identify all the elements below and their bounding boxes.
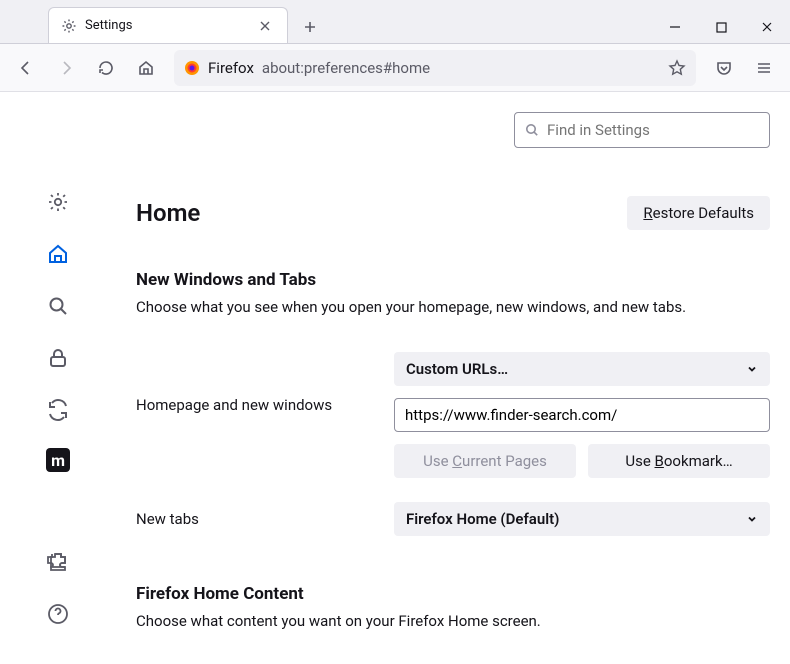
home-button[interactable] <box>128 50 164 86</box>
firefox-icon <box>184 60 200 76</box>
gear-icon <box>61 18 77 34</box>
sidebar-more-mozilla-icon[interactable]: m <box>46 448 70 472</box>
url-bar[interactable]: Firefox about:preferences#home <box>174 50 696 86</box>
search-icon <box>525 123 539 137</box>
sidebar-extensions-icon[interactable] <box>44 548 72 576</box>
use-bookmark-button[interactable]: Use Bookmark… <box>588 444 770 478</box>
back-button[interactable] <box>8 50 44 86</box>
url-prefix: Firefox <box>208 59 254 77</box>
settings-sidebar: m <box>0 92 116 664</box>
new-tab-button[interactable] <box>294 11 326 43</box>
sidebar-search-icon[interactable] <box>44 292 72 320</box>
chevron-down-icon <box>746 363 758 375</box>
close-window-button[interactable] <box>744 11 790 43</box>
window-controls <box>652 11 790 43</box>
minimize-button[interactable] <box>652 11 698 43</box>
page-title: Home <box>136 199 200 227</box>
section-new-windows-desc: Choose what you see when you open your h… <box>136 298 770 316</box>
newtabs-dropdown[interactable]: Firefox Home (Default) <box>394 502 770 536</box>
close-icon[interactable] <box>255 16 275 36</box>
content-area: m Home Restore Defaults New Windows and … <box>0 92 790 664</box>
dropdown-value: Custom URLs… <box>406 360 508 378</box>
homepage-url-input[interactable] <box>394 398 770 432</box>
sidebar-sync-icon[interactable] <box>44 396 72 424</box>
homepage-label: Homepage and new windows <box>136 352 394 414</box>
browser-tab[interactable]: Settings <box>48 7 288 43</box>
bookmark-star-icon[interactable] <box>668 59 686 77</box>
homepage-mode-dropdown[interactable]: Custom URLs… <box>394 352 770 386</box>
url-path: about:preferences#home <box>262 59 430 77</box>
restore-defaults-button[interactable]: Restore Defaults <box>627 196 770 230</box>
menu-button[interactable] <box>746 50 782 86</box>
newtabs-label: New tabs <box>136 510 394 528</box>
pocket-button[interactable] <box>706 50 742 86</box>
titlebar: Settings <box>0 0 790 44</box>
chevron-down-icon <box>746 513 758 525</box>
section-firefox-home-desc: Choose what content you want on your Fir… <box>136 612 770 630</box>
dropdown-value: Firefox Home (Default) <box>406 510 559 528</box>
tab-title: Settings <box>85 18 247 33</box>
sidebar-general-icon[interactable] <box>44 188 72 216</box>
use-current-pages-button[interactable]: Use Current Pages <box>394 444 576 478</box>
search-input[interactable] <box>547 121 759 139</box>
sidebar-help-icon[interactable] <box>44 600 72 628</box>
settings-main: Home Restore Defaults New Windows and Ta… <box>116 92 790 664</box>
sidebar-home-icon[interactable] <box>44 240 72 268</box>
find-in-settings[interactable] <box>514 112 770 148</box>
forward-button <box>48 50 84 86</box>
maximize-button[interactable] <box>698 11 744 43</box>
section-firefox-home-title: Firefox Home Content <box>136 584 770 604</box>
nav-toolbar: Firefox about:preferences#home <box>0 44 790 92</box>
sidebar-privacy-icon[interactable] <box>44 344 72 372</box>
reload-button[interactable] <box>88 50 124 86</box>
section-new-windows-title: New Windows and Tabs <box>136 270 770 290</box>
